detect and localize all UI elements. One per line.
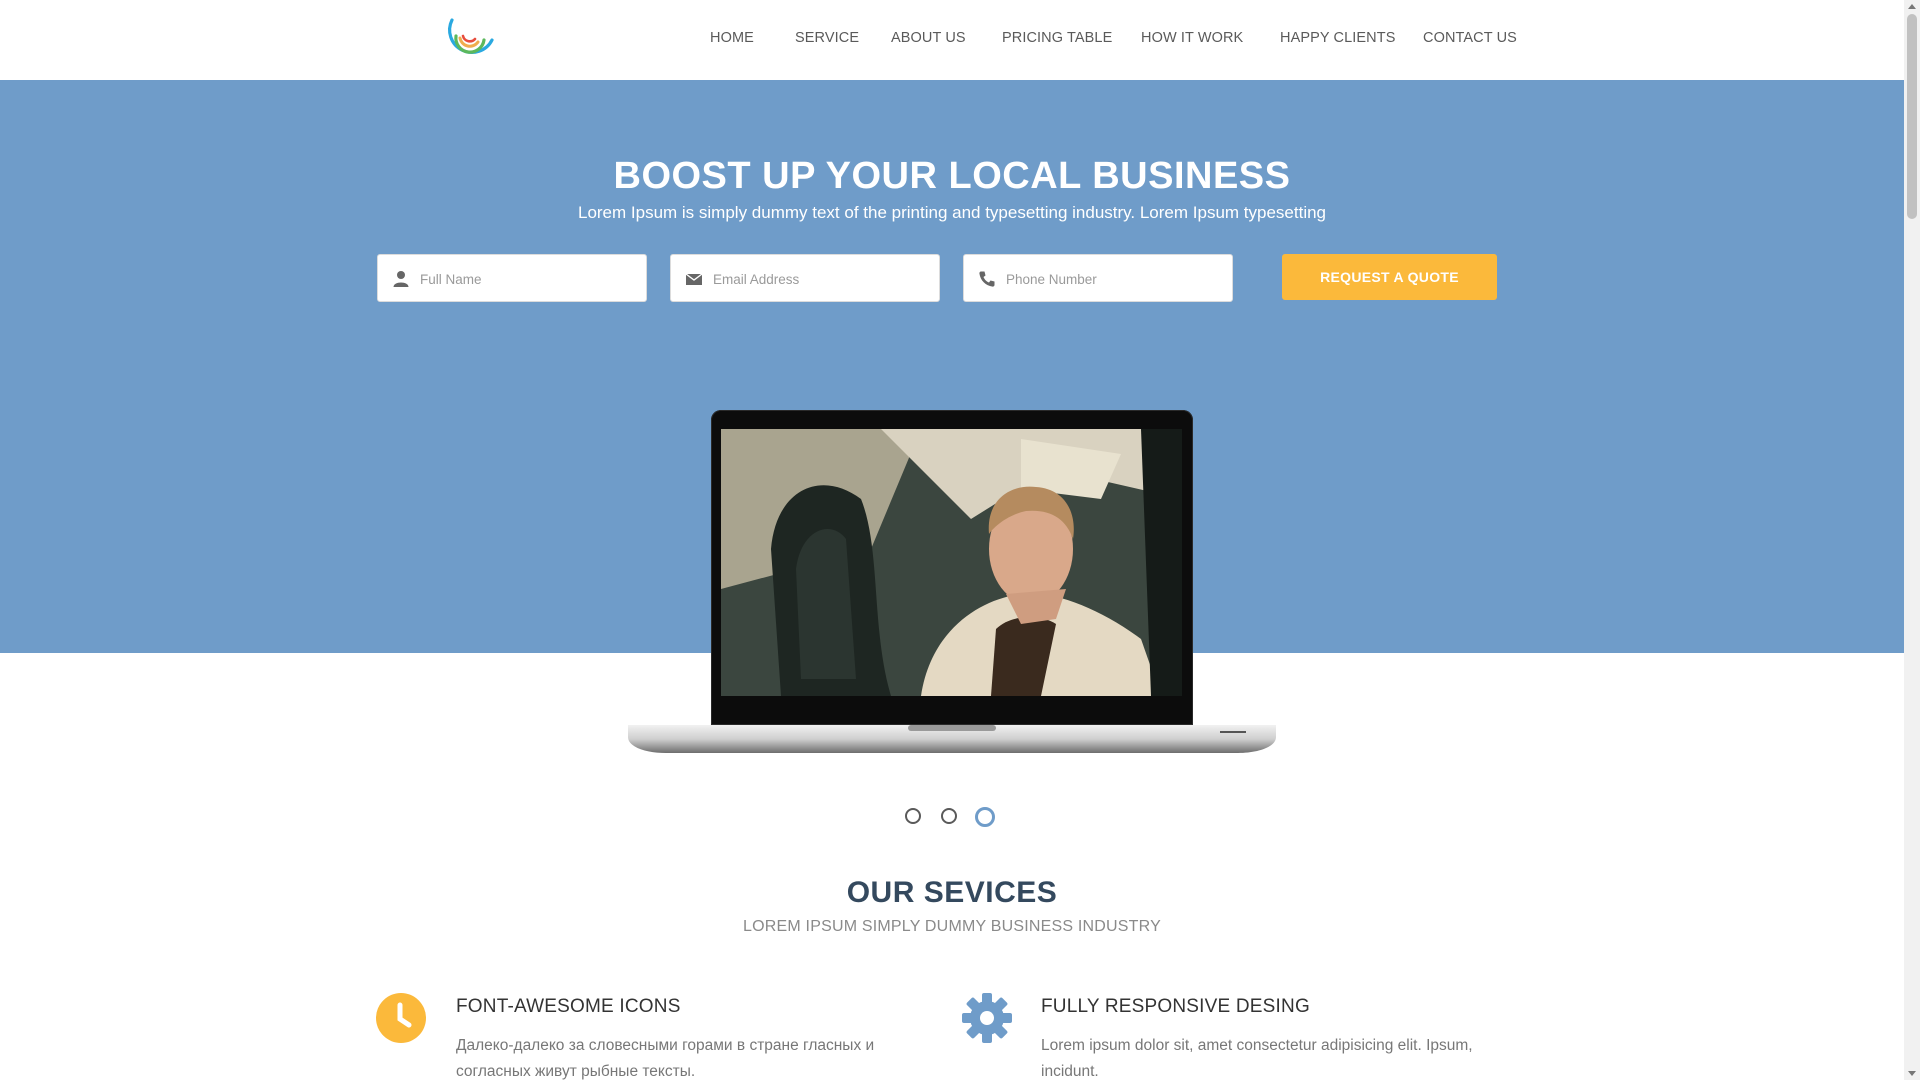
- carousel-dot-3[interactable]: [975, 807, 995, 827]
- user-icon: [393, 271, 409, 287]
- full-name-input[interactable]: [418, 255, 642, 303]
- hero-title: BOOST UP YOUR LOCAL BUSINESS: [613, 155, 1291, 197]
- scroll-up-arrow-icon[interactable]: [1908, 4, 1916, 9]
- nav-home[interactable]: HOME: [710, 30, 754, 46]
- services-title: OUR SEVICES: [846, 876, 1058, 909]
- scrollbar-thumb[interactable]: [1907, 14, 1917, 219]
- carousel-dot-2[interactable]: [941, 808, 957, 824]
- service-title-responsive: FULLY RESPONSIVE DESING: [1041, 996, 1310, 1017]
- phone-icon: [979, 271, 995, 287]
- scroll-down-arrow-icon[interactable]: [1908, 1071, 1916, 1076]
- clock-icon: [376, 993, 426, 1043]
- laptop-base: [628, 725, 1276, 753]
- hero-subtitle: Lorem Ipsum is simply dummy text of the …: [577, 203, 1327, 222]
- email-input[interactable]: [711, 255, 935, 303]
- nav-contact-us[interactable]: CONTACT US: [1423, 30, 1517, 46]
- services-subtitle: LOREM IPSUM SIMPLY DUMMY BUSINESS INDUST…: [743, 918, 1161, 935]
- nav-happy-clients[interactable]: HAPPY CLIENTS: [1280, 30, 1395, 46]
- laptop-screen: [711, 410, 1193, 725]
- full-name-field: [377, 254, 647, 303]
- envelope-icon: [685, 273, 703, 285]
- gear-icon: [962, 993, 1012, 1043]
- main-nav: HOME SERVICE ABOUT US PRICING TABLE HOW …: [0, 0, 1904, 80]
- site-header: HOME SERVICE ABOUT US PRICING TABLE HOW …: [0, 0, 1904, 81]
- email-field: [670, 254, 940, 303]
- nav-about-us[interactable]: ABOUT US: [891, 30, 966, 46]
- nav-how-it-work[interactable]: HOW IT WORK: [1141, 30, 1243, 46]
- video-still-image: [721, 429, 1182, 696]
- carousel-dot-1[interactable]: [905, 808, 921, 824]
- service-text-responsive: Lorem ipsum dolor sit, amet consectetur …: [1041, 1037, 1473, 1080]
- request-quote-button[interactable]: REQUEST A QUOTE: [1282, 254, 1497, 300]
- service-text-font-awesome: Далеко-далеко за словесными горами в стр…: [456, 1037, 875, 1080]
- service-title-font-awesome: FONT-AWESOME ICONS: [456, 996, 681, 1017]
- phone-field: [963, 254, 1233, 303]
- nav-service[interactable]: SERVICE: [795, 30, 859, 46]
- page-scrollbar[interactable]: [1904, 0, 1920, 1080]
- nav-pricing-table[interactable]: PRICING TABLE: [1002, 30, 1112, 46]
- phone-input[interactable]: [1004, 255, 1228, 303]
